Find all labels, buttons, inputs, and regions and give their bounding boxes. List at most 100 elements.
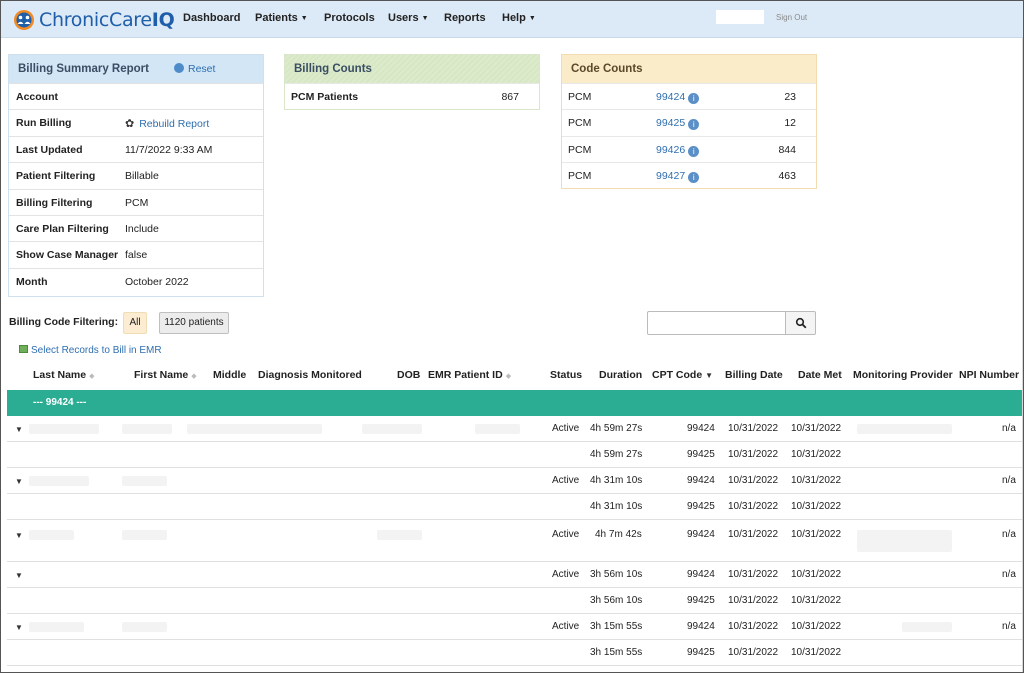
table-row[interactable]: ▼ Active 4h 7m 42s 99424 10/31/2022 10/3…	[7, 520, 1022, 562]
caret-down-icon: ▼	[300, 15, 308, 22]
col-emr-patient-id[interactable]: EMR Patient ID ◆	[428, 369, 511, 381]
scrollbar-track[interactable]	[1022, 38, 1023, 672]
expand-caret-icon[interactable]: ▼	[15, 571, 23, 580]
table-row[interactable]: ▼ Active 3h 56m 10s 99424 10/31/2022 10/…	[7, 562, 1022, 588]
date-met-cell: 10/31/2022	[791, 647, 842, 658]
select-records-label: Select Records to Bill in EMR	[31, 345, 162, 356]
sort-icon: ◆	[89, 373, 95, 380]
col-first-name[interactable]: First Name ◆	[134, 369, 197, 381]
expand-caret-icon[interactable]: ▼	[15, 477, 23, 486]
col-duration: Duration	[599, 369, 643, 381]
cpt-code-link[interactable]: 99427 i	[656, 170, 700, 184]
billing-date-cell: 10/31/2022	[728, 449, 779, 460]
nav-help[interactable]: Help ▼	[502, 12, 536, 24]
summary-value: false	[125, 249, 148, 262]
npi-cell: n/a	[1002, 529, 1016, 540]
search-button[interactable]	[785, 311, 816, 335]
billing-date-cell: 10/31/2022	[728, 595, 779, 606]
nav-protocols-label: Protocols	[324, 12, 375, 24]
summary-value: October 2022	[125, 275, 189, 288]
summary-value: Billable	[125, 170, 159, 183]
expand-caret-icon[interactable]: ▼	[15, 623, 23, 632]
duration-cell: 3h 15m 55s	[590, 621, 643, 632]
pcm-patients-label: PCM Patients	[291, 91, 359, 103]
col-cpt-code[interactable]: CPT Code ▼	[652, 369, 713, 381]
date-met-cell: 10/31/2022	[791, 595, 842, 606]
cpt-code-link[interactable]: 99426 i	[656, 143, 700, 157]
rebuild-report-label: Rebuild Report	[139, 118, 210, 131]
code-count-row: PCM 99424 i 23	[562, 83, 816, 109]
billing-counts-header: Billing Counts	[285, 55, 539, 83]
code-type: PCM	[568, 91, 592, 103]
date-met-cell: 10/31/2022	[791, 423, 842, 434]
redacted-cell	[29, 476, 89, 486]
status-cell: Active	[552, 475, 580, 486]
info-icon[interactable]: i	[688, 119, 700, 131]
gear-icon: ✿	[125, 118, 135, 131]
export-icon	[19, 345, 28, 353]
redacted-cell	[29, 424, 99, 434]
col-diagnosis: Diagnosis Monitored	[258, 369, 362, 381]
billing-summary-title: Billing Summary Report	[18, 63, 149, 75]
table-row[interactable]: 4h 59m 27s 99425 10/31/2022 10/31/2022	[7, 442, 1022, 468]
rebuild-report-link[interactable]: ✿ Rebuild Report	[125, 117, 209, 130]
sort-icon: ◆	[505, 373, 512, 380]
summary-row-patient-filtering: Patient Filtering Billable	[9, 162, 263, 188]
summary-row-show-case-manager: Show Case Manager false	[9, 241, 263, 267]
date-met-cell: 10/31/2022	[791, 621, 842, 632]
redacted-cell	[857, 530, 952, 552]
duration-cell: 3h 56m 10s	[590, 569, 643, 580]
nav-protocols[interactable]: Protocols	[324, 12, 375, 24]
code-count: 463	[778, 170, 796, 183]
filter-all-button[interactable]: All	[123, 312, 147, 334]
table-row[interactable]: ▼ Active 3h 15m 55s 99424 10/31/2022 10/…	[7, 614, 1022, 640]
expand-caret-icon[interactable]: ▼	[15, 531, 23, 540]
table-row[interactable]: 4h 31m 10s 99425 10/31/2022 10/31/2022	[7, 494, 1022, 520]
info-icon[interactable]: i	[688, 172, 700, 184]
col-first-name-label: First Name	[134, 369, 189, 381]
redacted-cell	[362, 424, 422, 434]
expand-caret-icon[interactable]: ▼	[15, 425, 23, 434]
table-row[interactable]: 3h 15m 55s 99425 10/31/2022 10/31/2022	[7, 640, 1022, 666]
billing-date-cell: 10/31/2022	[728, 529, 779, 540]
nav-dashboard[interactable]: Dashboard	[183, 12, 240, 24]
duration-cell: 3h 15m 55s	[590, 647, 643, 658]
redacted-cell	[377, 530, 422, 540]
status-cell: Active	[552, 423, 580, 434]
reset-label: Reset	[188, 63, 216, 75]
caret-down-icon: ▼	[528, 15, 536, 22]
table-row[interactable]: ▼ Active 4h 59m 27s 99424 10/31/2022 10/…	[7, 416, 1022, 442]
logo[interactable]: ChronicCareIQ	[13, 6, 175, 34]
summary-value: 11/7/2022 9:33 AM	[125, 143, 213, 156]
search-input[interactable]	[647, 311, 786, 335]
table-row[interactable]: ▼ Active 4h 31m 10s 99424 10/31/2022 10/…	[7, 468, 1022, 494]
nav-patients[interactable]: Patients ▼	[255, 12, 308, 24]
info-icon[interactable]: i	[688, 93, 700, 104]
code-counts-header: Code Counts	[562, 55, 816, 83]
select-records-link[interactable]: Select Records to Bill in EMR	[19, 345, 162, 356]
status-cell: Active	[552, 621, 580, 632]
cpt-code: 99426	[656, 143, 686, 156]
summary-row-account: Account	[9, 83, 263, 109]
col-emr-label: EMR Patient ID	[428, 369, 503, 381]
duration-cell: 3h 56m 10s	[590, 595, 643, 606]
redacted-cell	[122, 424, 172, 434]
nav-dashboard-label: Dashboard	[183, 12, 241, 24]
nav-users[interactable]: Users ▼	[388, 12, 429, 24]
group-row-99424[interactable]: --- 99424 ---	[7, 390, 1022, 416]
table-row[interactable]: 3h 56m 10s 99425 10/31/2022 10/31/2022	[7, 588, 1022, 614]
patients-count-button[interactable]: 1120 patients	[159, 312, 229, 334]
cpt-cell: 99425	[687, 595, 715, 606]
col-date-met: Date Met	[798, 369, 842, 381]
cpt-code-link[interactable]: 99425 i	[656, 117, 700, 131]
nav-reports-label: Reports	[444, 12, 486, 24]
search-icon	[795, 317, 807, 329]
col-last-name[interactable]: Last Name ◆	[33, 369, 95, 381]
info-icon[interactable]: i	[688, 145, 700, 157]
reset-button[interactable]: Reset	[174, 55, 215, 83]
sign-out-link[interactable]: Sign Out	[776, 13, 807, 22]
redacted-cell	[29, 622, 84, 632]
cpt-code-link[interactable]: 99424 i	[656, 91, 700, 104]
nav-reports[interactable]: Reports	[444, 12, 486, 24]
redacted-cell	[187, 424, 322, 434]
